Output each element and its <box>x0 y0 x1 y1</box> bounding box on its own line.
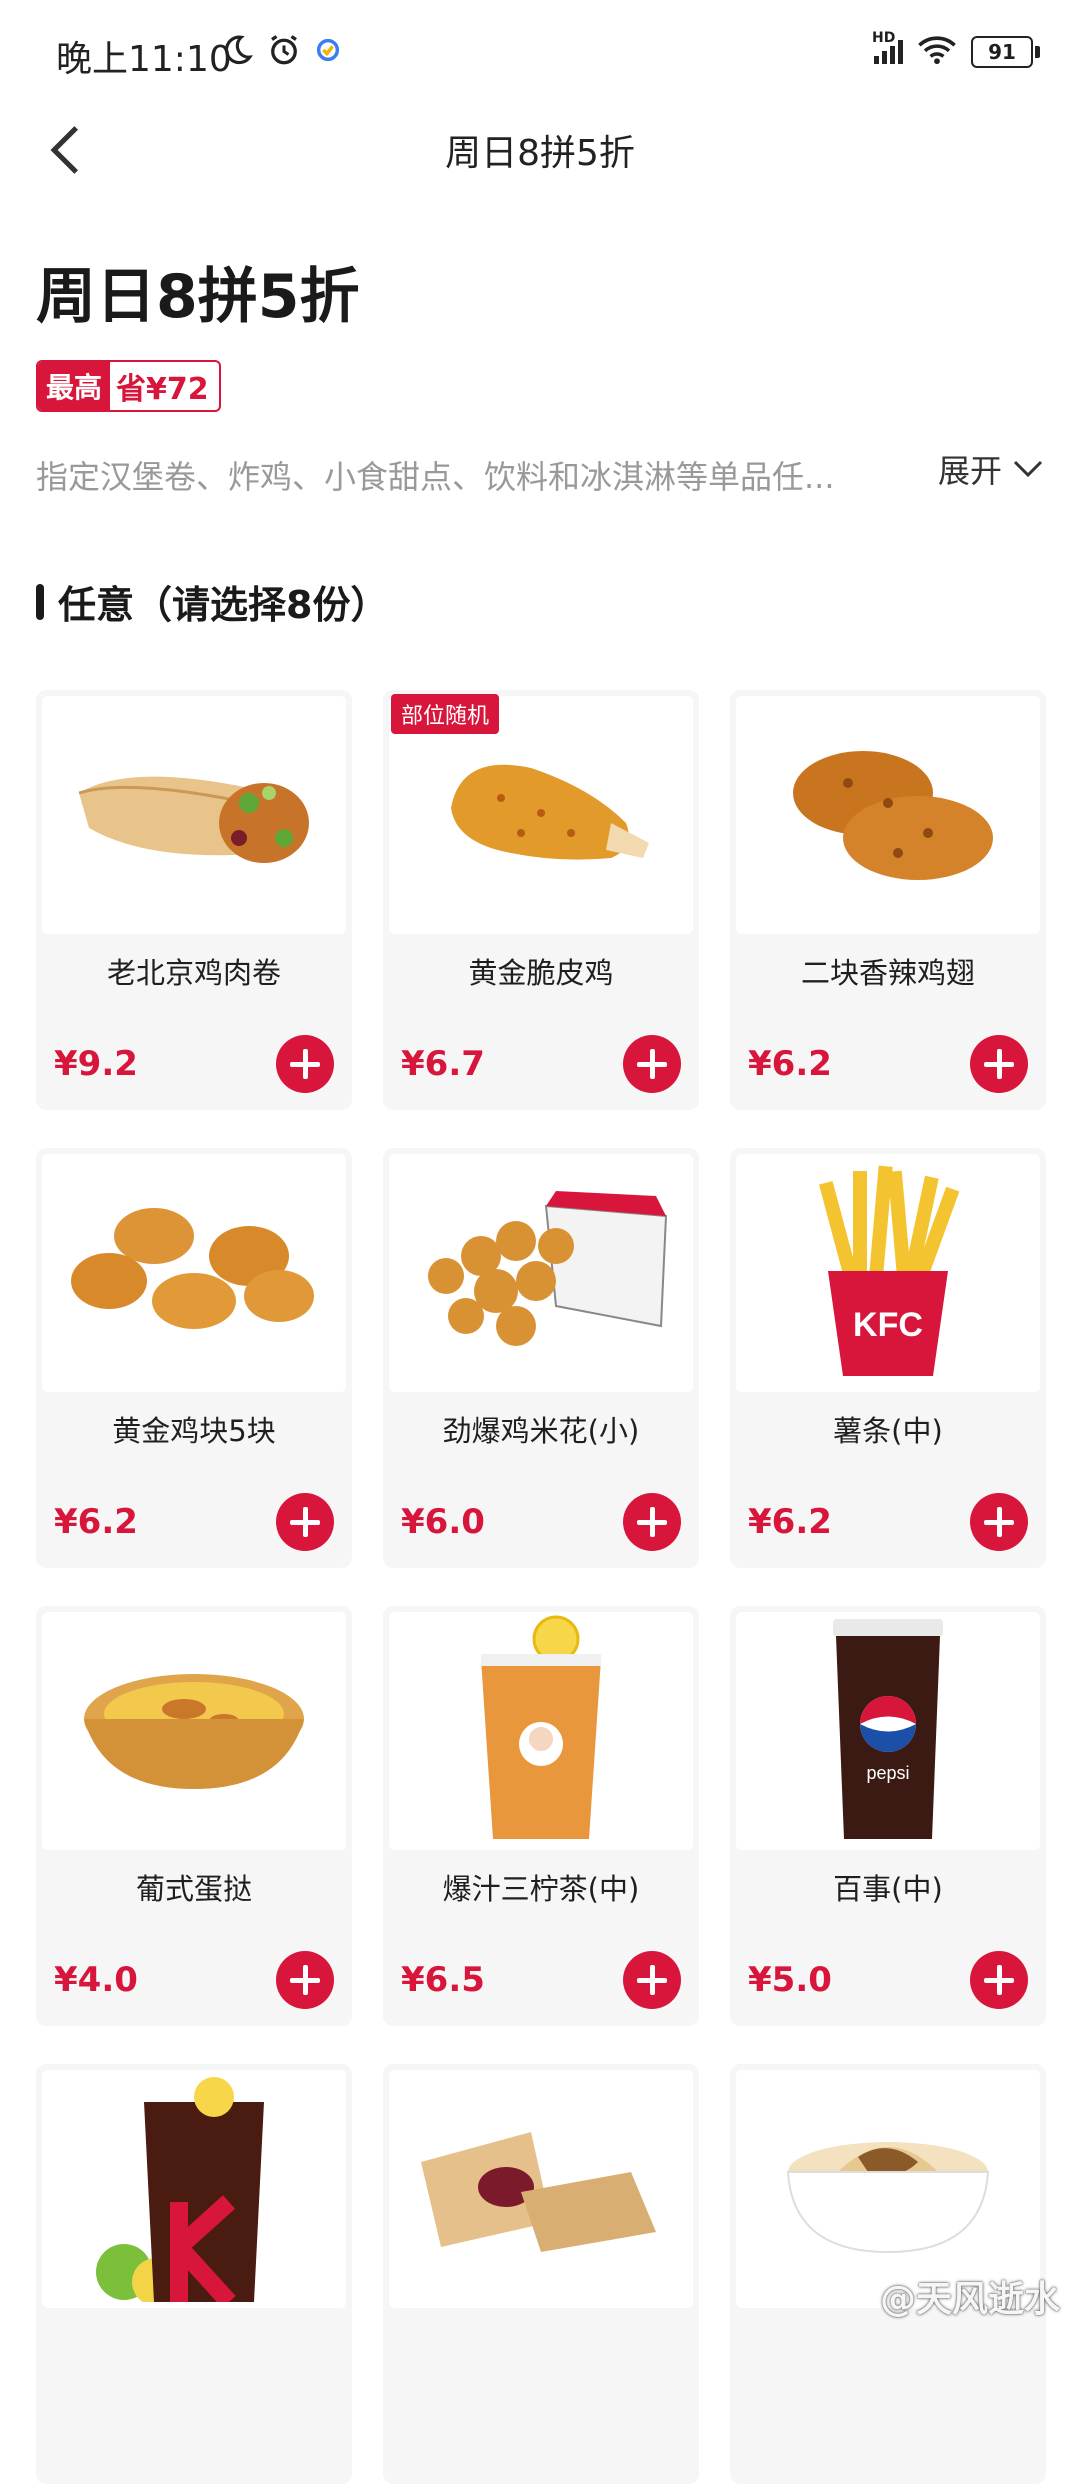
iced-coffee-icon <box>94 2072 294 2308</box>
battery-level: 91 <box>971 36 1033 68</box>
product-name: 二块香辣鸡翅 <box>800 956 975 990</box>
product-image[interactable] <box>389 1154 693 1392</box>
save-badge-tag: 最高 <box>38 362 111 410</box>
battery-icon: 91 <box>971 36 1040 68</box>
mashed-potato-icon <box>768 2112 1008 2266</box>
add-to-cart-button[interactable] <box>970 1035 1028 1093</box>
promo-description: 指定汉堡卷、炸鸡、小食甜点、饮料和冰淇淋等单品任... <box>36 458 835 496</box>
product-image[interactable] <box>42 1154 346 1392</box>
add-to-cart-button[interactable] <box>623 1951 681 2009</box>
section-accent-bar <box>36 583 44 620</box>
product-card[interactable] <box>36 2064 352 2484</box>
product-price: ¥6.0 <box>401 1502 485 1542</box>
lemon-tea-icon <box>471 1614 611 1848</box>
add-to-cart-button[interactable] <box>970 1493 1028 1551</box>
add-to-cart-button[interactable] <box>276 1951 334 2009</box>
nav-title: 周日8拼5折 <box>445 133 635 174</box>
product-card[interactable] <box>383 2064 699 2484</box>
product-price: ¥9.2 <box>54 1044 138 1084</box>
alarm-clock-icon <box>266 32 302 72</box>
product-image[interactable] <box>389 2070 693 2308</box>
status-time: 晚上11:10 <box>56 39 232 80</box>
chevron-down-icon <box>1013 460 1043 478</box>
signal-icon: HD <box>872 30 903 64</box>
chicken-nuggets-icon <box>64 1196 324 1350</box>
add-to-cart-button[interactable] <box>623 1493 681 1551</box>
status-left-icons <box>220 32 342 72</box>
product-card[interactable]: 二块香辣鸡翅 ¥6.2 <box>730 690 1046 1110</box>
section-header: 任意（请选择8份） <box>36 574 388 629</box>
fried-drumstick-icon <box>421 738 661 892</box>
product-name: 黄金脆皮鸡 <box>468 956 614 990</box>
product-price: ¥6.2 <box>748 1502 832 1542</box>
status-bar: 晚上11:10 HD 91 <box>0 0 1080 110</box>
popcorn-chicken-icon <box>406 1186 676 1360</box>
product-price: ¥5.0 <box>748 1960 832 2000</box>
product-image[interactable] <box>42 1612 346 1850</box>
product-name: 百事(中) <box>833 1872 943 1906</box>
svg-text:KFC: KFC <box>853 1306 923 1344</box>
status-right-icons: HD 91 <box>872 30 1040 70</box>
chicken-wings-icon <box>768 733 1008 897</box>
network-type: HD <box>872 30 896 46</box>
product-grid: 老北京鸡肉卷 ¥9.2 部位随机黄金脆皮鸡 ¥6.7 二块香辣鸡翅 ¥6.2 黄金鸡块5块 ¥… <box>36 690 1046 2484</box>
egg-tart-icon <box>74 1659 314 1803</box>
product-price: ¥6.2 <box>54 1502 138 1542</box>
expand-label: 展开 <box>937 452 1002 490</box>
pepsi-cup-icon: pepsi <box>828 1614 948 1848</box>
chicken-wrap-icon <box>69 733 319 897</box>
fruit-pie-icon <box>411 2112 671 2266</box>
product-name: 劲爆鸡米花(小) <box>442 1414 640 1448</box>
product-image[interactable]: KFC <box>736 1154 1040 1392</box>
product-image[interactable] <box>736 696 1040 934</box>
product-image[interactable]: pepsi <box>736 1612 1040 1850</box>
product-card[interactable]: 部位随机黄金脆皮鸡 ¥6.7 <box>383 690 699 1110</box>
product-card[interactable]: KFC 薯条(中) ¥6.2 <box>730 1148 1046 1568</box>
product-tag: 部位随机 <box>391 694 500 734</box>
add-to-cart-button[interactable] <box>970 1951 1028 2009</box>
product-image[interactable] <box>42 696 346 934</box>
expand-button[interactable]: 展开 <box>938 446 1044 492</box>
moon-icon <box>220 33 254 71</box>
product-image[interactable] <box>42 2070 346 2308</box>
product-name: 黄金鸡块5块 <box>112 1414 276 1448</box>
product-price: ¥6.7 <box>401 1044 485 1084</box>
save-badge-amount: 省¥72 <box>116 372 209 407</box>
product-card[interactable]: 爆汁三柠茶(中) ¥6.5 <box>383 1606 699 2026</box>
product-name: 老北京鸡肉卷 <box>106 956 281 990</box>
fries-icon: KFC <box>813 1161 963 1385</box>
add-to-cart-button[interactable] <box>276 1035 334 1093</box>
section-label: 任意（请选择8份） <box>58 583 389 627</box>
product-name: 爆汁三柠茶(中) <box>442 1872 640 1906</box>
add-to-cart-button[interactable] <box>276 1493 334 1551</box>
page-title: 周日8拼5折 <box>36 262 360 332</box>
app-notification-icon <box>314 36 342 68</box>
svg-text:pepsi: pepsi <box>866 1763 909 1783</box>
watermark: @天风逝水 <box>879 2279 1060 2320</box>
product-image[interactable] <box>389 1612 693 1850</box>
product-card[interactable]: 葡式蛋挞 ¥4.0 <box>36 1606 352 2026</box>
product-price: ¥6.2 <box>748 1044 832 1084</box>
product-card[interactable]: 老北京鸡肉卷 ¥9.2 <box>36 690 352 1110</box>
product-price: ¥4.0 <box>54 1960 138 2000</box>
wifi-icon <box>917 34 957 70</box>
product-name: 薯条(中) <box>833 1414 943 1448</box>
add-to-cart-button[interactable] <box>623 1035 681 1093</box>
product-price: ¥6.5 <box>401 1960 485 2000</box>
product-card[interactable]: 黄金鸡块5块 ¥6.2 <box>36 1148 352 1568</box>
product-name: 葡式蛋挞 <box>135 1872 252 1906</box>
product-card[interactable]: pepsi 百事(中) ¥5.0 <box>730 1606 1046 2026</box>
save-badge: 最高 省¥72 <box>36 360 221 412</box>
nav-bar: 周日8拼5折 <box>0 110 1080 190</box>
product-card[interactable]: 劲爆鸡米花(小) ¥6.0 <box>383 1148 699 1568</box>
